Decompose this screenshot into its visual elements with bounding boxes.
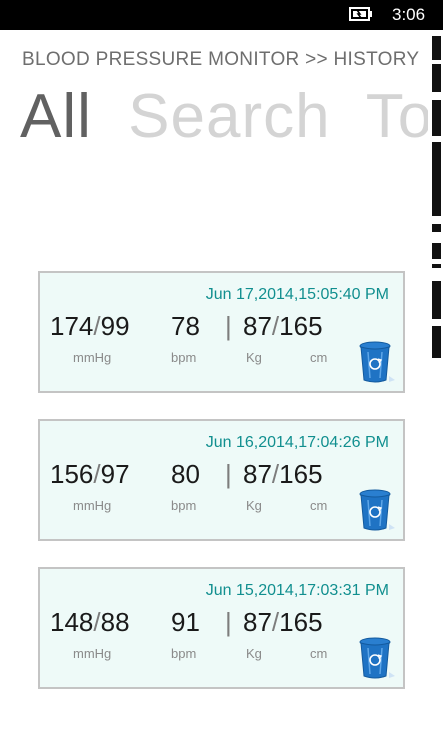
- pulse-value: 91: [171, 607, 200, 637]
- history-record-card: Jun 16,2014,17:04:26 PM 156/97 80 | 87/1…: [38, 419, 405, 541]
- side-decoration: [432, 243, 441, 259]
- side-decoration: [432, 281, 441, 319]
- systolic-value: 174: [50, 311, 94, 341]
- unit-mmhg: mmHg: [73, 350, 112, 365]
- tab-today[interactable]: Tod: [366, 82, 428, 151]
- record-date: Jun 17,2014,15:05:40 PM: [205, 286, 389, 303]
- slash-separator: /: [93, 311, 101, 341]
- blood-pressure-value: 174/99: [50, 311, 130, 342]
- recycle-bin-icon[interactable]: [358, 636, 396, 680]
- height-value: 165: [279, 607, 323, 637]
- systolic-value: 156: [50, 459, 94, 489]
- systolic-value: 148: [50, 607, 94, 637]
- height-value: 165: [279, 459, 323, 489]
- page-title: BLOOD PRESSURE MONITOR >> HISTORY: [22, 49, 420, 70]
- unit-cm: cm: [310, 498, 328, 513]
- pivot-header: All Search Tod: [20, 82, 428, 152]
- weight-value: 87: [243, 311, 272, 341]
- slash-separator: /: [93, 459, 101, 489]
- weight-value: 87: [243, 607, 272, 637]
- unit-mmhg: mmHg: [73, 498, 112, 513]
- unit-kg: Kg: [246, 646, 262, 661]
- unit-cm: cm: [310, 350, 328, 365]
- blood-pressure-value: 156/97: [50, 459, 130, 490]
- side-strip: [428, 30, 443, 738]
- unit-kg: Kg: [246, 498, 262, 513]
- history-record-card: Jun 17,2014,15:05:40 PM 174/99 78 | 87/1…: [38, 271, 405, 393]
- divider: |: [225, 459, 232, 489]
- recycle-bin-icon[interactable]: [358, 488, 396, 532]
- body-value: 87/165: [243, 607, 323, 638]
- slash-separator: /: [93, 607, 101, 637]
- unit-mmhg: mmHg: [73, 646, 112, 661]
- body-value: 87/165: [243, 311, 323, 342]
- height-value: 165: [279, 311, 323, 341]
- tab-search[interactable]: Search: [128, 82, 330, 151]
- divider: |: [225, 311, 232, 341]
- history-record-card: Jun 15,2014,17:03:31 PM 148/88 91 | 87/1…: [38, 567, 405, 689]
- side-decoration: [432, 142, 441, 216]
- battery-charging-icon: [349, 7, 372, 21]
- divider: |: [225, 607, 232, 637]
- unit-bpm: bpm: [171, 646, 197, 661]
- status-time: 3:06: [392, 5, 426, 24]
- pulse-value: 80: [171, 459, 200, 489]
- diastolic-value: 97: [100, 459, 130, 489]
- side-decoration: [432, 326, 441, 358]
- unit-kg: Kg: [246, 350, 262, 365]
- record-date: Jun 15,2014,17:03:31 PM: [205, 582, 389, 599]
- unit-cm: cm: [310, 646, 328, 661]
- side-decoration: [432, 100, 441, 136]
- body-value: 87/165: [243, 459, 323, 490]
- blood-pressure-value: 148/88: [50, 607, 130, 638]
- side-decoration: [432, 264, 441, 268]
- side-decoration: [432, 224, 441, 232]
- unit-bpm: bpm: [171, 498, 197, 513]
- pulse-value: 78: [171, 311, 200, 341]
- recycle-bin-icon[interactable]: [358, 340, 396, 384]
- side-decoration: [432, 64, 441, 92]
- diastolic-value: 99: [100, 311, 130, 341]
- tab-all[interactable]: All: [20, 82, 92, 151]
- diastolic-value: 88: [100, 607, 130, 637]
- weight-value: 87: [243, 459, 272, 489]
- status-bar: 3:06: [0, 0, 443, 30]
- unit-bpm: bpm: [171, 350, 197, 365]
- side-decoration: [432, 36, 441, 60]
- record-date: Jun 16,2014,17:04:26 PM: [205, 434, 389, 451]
